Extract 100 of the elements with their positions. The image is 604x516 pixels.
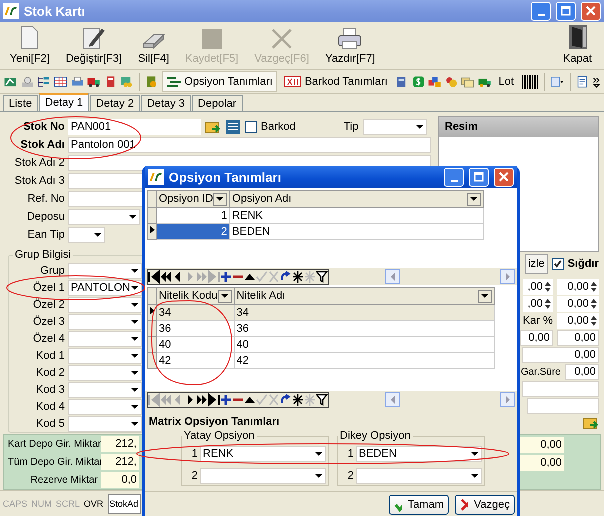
asterisk-icon[interactable] — [292, 270, 304, 284]
cross-icon[interactable] — [268, 392, 280, 406]
plus-icon[interactable] — [220, 270, 232, 284]
dropdown-field[interactable] — [68, 314, 142, 330]
dropdown-field[interactable] — [200, 468, 326, 484]
tab[interactable]: Depolar — [192, 95, 243, 111]
maximize-button[interactable] — [469, 168, 489, 186]
table-cell[interactable]: 36 — [234, 320, 494, 336]
list-icon[interactable] — [225, 119, 241, 135]
dropdown-field[interactable] — [362, 119, 427, 135]
dropdown-field[interactable] — [68, 365, 142, 381]
number-field[interactable]: 0,00 — [520, 437, 564, 453]
toolbar-button[interactable]: Değiştir[F3] — [64, 26, 124, 65]
dropdown-arrow-icon[interactable] — [315, 452, 323, 456]
asterisk-icon[interactable] — [292, 392, 304, 406]
number-field[interactable]: 0,00 — [557, 330, 599, 346]
plus-icon[interactable] — [220, 392, 232, 406]
number-spinner[interactable]: ,00 — [523, 279, 553, 295]
column-header[interactable]: Opsiyon ID — [156, 190, 230, 208]
dialog-button[interactable]: Tamam — [389, 495, 449, 515]
number-field[interactable]: 212, — [101, 436, 139, 452]
number-spinner[interactable]: 0,00 — [557, 313, 599, 329]
dollar-icon[interactable] — [412, 74, 426, 90]
zoom-button[interactable]: izle — [525, 254, 548, 274]
stock-number-field[interactable]: PAN001 — [68, 119, 201, 135]
dropdown-field[interactable] — [68, 331, 142, 347]
toolbar-button[interactable]: Lot — [494, 71, 518, 92]
dropdown-field[interactable] — [68, 227, 105, 243]
table-cell[interactable]: 2 — [156, 224, 230, 240]
prev-page-icon[interactable] — [160, 270, 172, 284]
table-cell[interactable]: 34 — [234, 304, 494, 320]
dropdown-field[interactable] — [68, 297, 142, 313]
dropdown-field[interactable] — [356, 468, 482, 484]
dropdown-arrow-icon[interactable] — [130, 388, 138, 392]
dialog-button[interactable]: Vazgeç — [455, 495, 515, 515]
dropdown-field[interactable]: BEDEN — [356, 446, 482, 462]
dropdown-arrow-icon[interactable] — [216, 196, 224, 202]
dropdown-arrow-icon[interactable] — [130, 404, 138, 410]
number-field[interactable] — [522, 381, 599, 397]
dropdown-field[interactable] — [68, 416, 142, 432]
fit-checkbox[interactable]: Sığdır — [552, 258, 599, 270]
check-icon[interactable] — [256, 392, 268, 406]
table-cell[interactable]: 40 — [156, 336, 234, 352]
spinner-arrows-icon[interactable] — [545, 299, 551, 309]
dropdown-arrow-icon[interactable] — [471, 474, 479, 478]
dropdown-arrow-icon[interactable] — [130, 354, 138, 358]
column-header[interactable]: Opsiyon Adı — [230, 190, 484, 208]
last-icon[interactable] — [208, 392, 220, 406]
barcode-checkbox[interactable]: Barkod — [245, 121, 296, 133]
text-field[interactable] — [527, 398, 599, 414]
toolbar-button[interactable]: Sil[F4] — [136, 32, 172, 65]
dropdown-arrow-icon[interactable] — [94, 232, 102, 238]
dropdown-arrow-icon[interactable] — [416, 124, 424, 130]
dropdown-arrow-icon[interactable] — [130, 422, 138, 426]
dropdown-arrow-icon[interactable] — [220, 294, 229, 298]
number-field[interactable]: 0,00 — [520, 455, 564, 471]
dropdown-field[interactable]: RENK — [200, 446, 326, 462]
column-header[interactable]: Nitelik Adı — [234, 288, 494, 304]
toolbar-button[interactable]: Barkod Tanımları — [280, 71, 392, 92]
check-icon[interactable] — [256, 270, 268, 284]
text-field[interactable]: Pantolon 001 — [68, 137, 431, 153]
minimize-button[interactable] — [531, 2, 551, 20]
dropdown-field[interactable]: PANTOLON — [68, 280, 142, 296]
barcode-icon[interactable] — [521, 74, 540, 90]
dropdown-arrow-icon[interactable] — [470, 196, 478, 202]
asterisk-icon[interactable] — [304, 270, 316, 284]
number-field[interactable]: 0,00 — [522, 347, 599, 363]
dropdown-arrow-icon[interactable] — [471, 452, 479, 456]
spinner-arrows-icon[interactable] — [545, 282, 551, 292]
dropdown-arrow-icon[interactable] — [129, 214, 137, 220]
number-field[interactable]: 0,00 — [565, 364, 599, 380]
table-cell[interactable]: 36 — [156, 320, 234, 336]
page-icon[interactable] — [576, 74, 590, 90]
dropdown-field[interactable] — [68, 382, 142, 398]
dropdown-field[interactable] — [68, 348, 142, 364]
dropdown-arrow-icon[interactable] — [130, 286, 138, 290]
minimize-button[interactable] — [444, 168, 464, 186]
table-cell[interactable]: 1 — [156, 208, 230, 224]
table-cell[interactable]: 42 — [156, 352, 234, 368]
tab[interactable]: Detay 3 — [141, 95, 192, 111]
first-icon[interactable] — [148, 270, 160, 284]
dropdown-field[interactable] — [68, 263, 142, 279]
tab[interactable]: Detay 1 — [39, 93, 90, 111]
toolbar-button[interactable]: Opsiyon Tanımları — [162, 71, 277, 92]
toolbar-button[interactable]: Yazdır[F7] — [323, 28, 378, 65]
dropdown-field[interactable] — [68, 399, 142, 415]
cross-icon[interactable] — [268, 270, 280, 284]
dropdown-arrow-icon[interactable] — [130, 370, 138, 376]
toolbar-button[interactable]: Yeni[F2] — [8, 26, 52, 65]
toolbar-button[interactable]: Kapat — [561, 24, 594, 65]
dropdown-arrow-icon[interactable] — [130, 336, 138, 342]
first-icon[interactable] — [148, 392, 160, 406]
dropdown-arrow-icon[interactable] — [130, 320, 138, 324]
dropdown-field[interactable] — [68, 209, 140, 225]
dropdown-arrow-icon[interactable] — [480, 294, 489, 298]
tab[interactable]: Detay 2 — [90, 95, 140, 111]
filter-icon[interactable] — [316, 392, 328, 406]
column-header[interactable]: Nitelik Kodu — [156, 288, 234, 304]
tab[interactable]: Liste — [3, 95, 38, 111]
table-cell[interactable]: 34 — [156, 304, 234, 320]
